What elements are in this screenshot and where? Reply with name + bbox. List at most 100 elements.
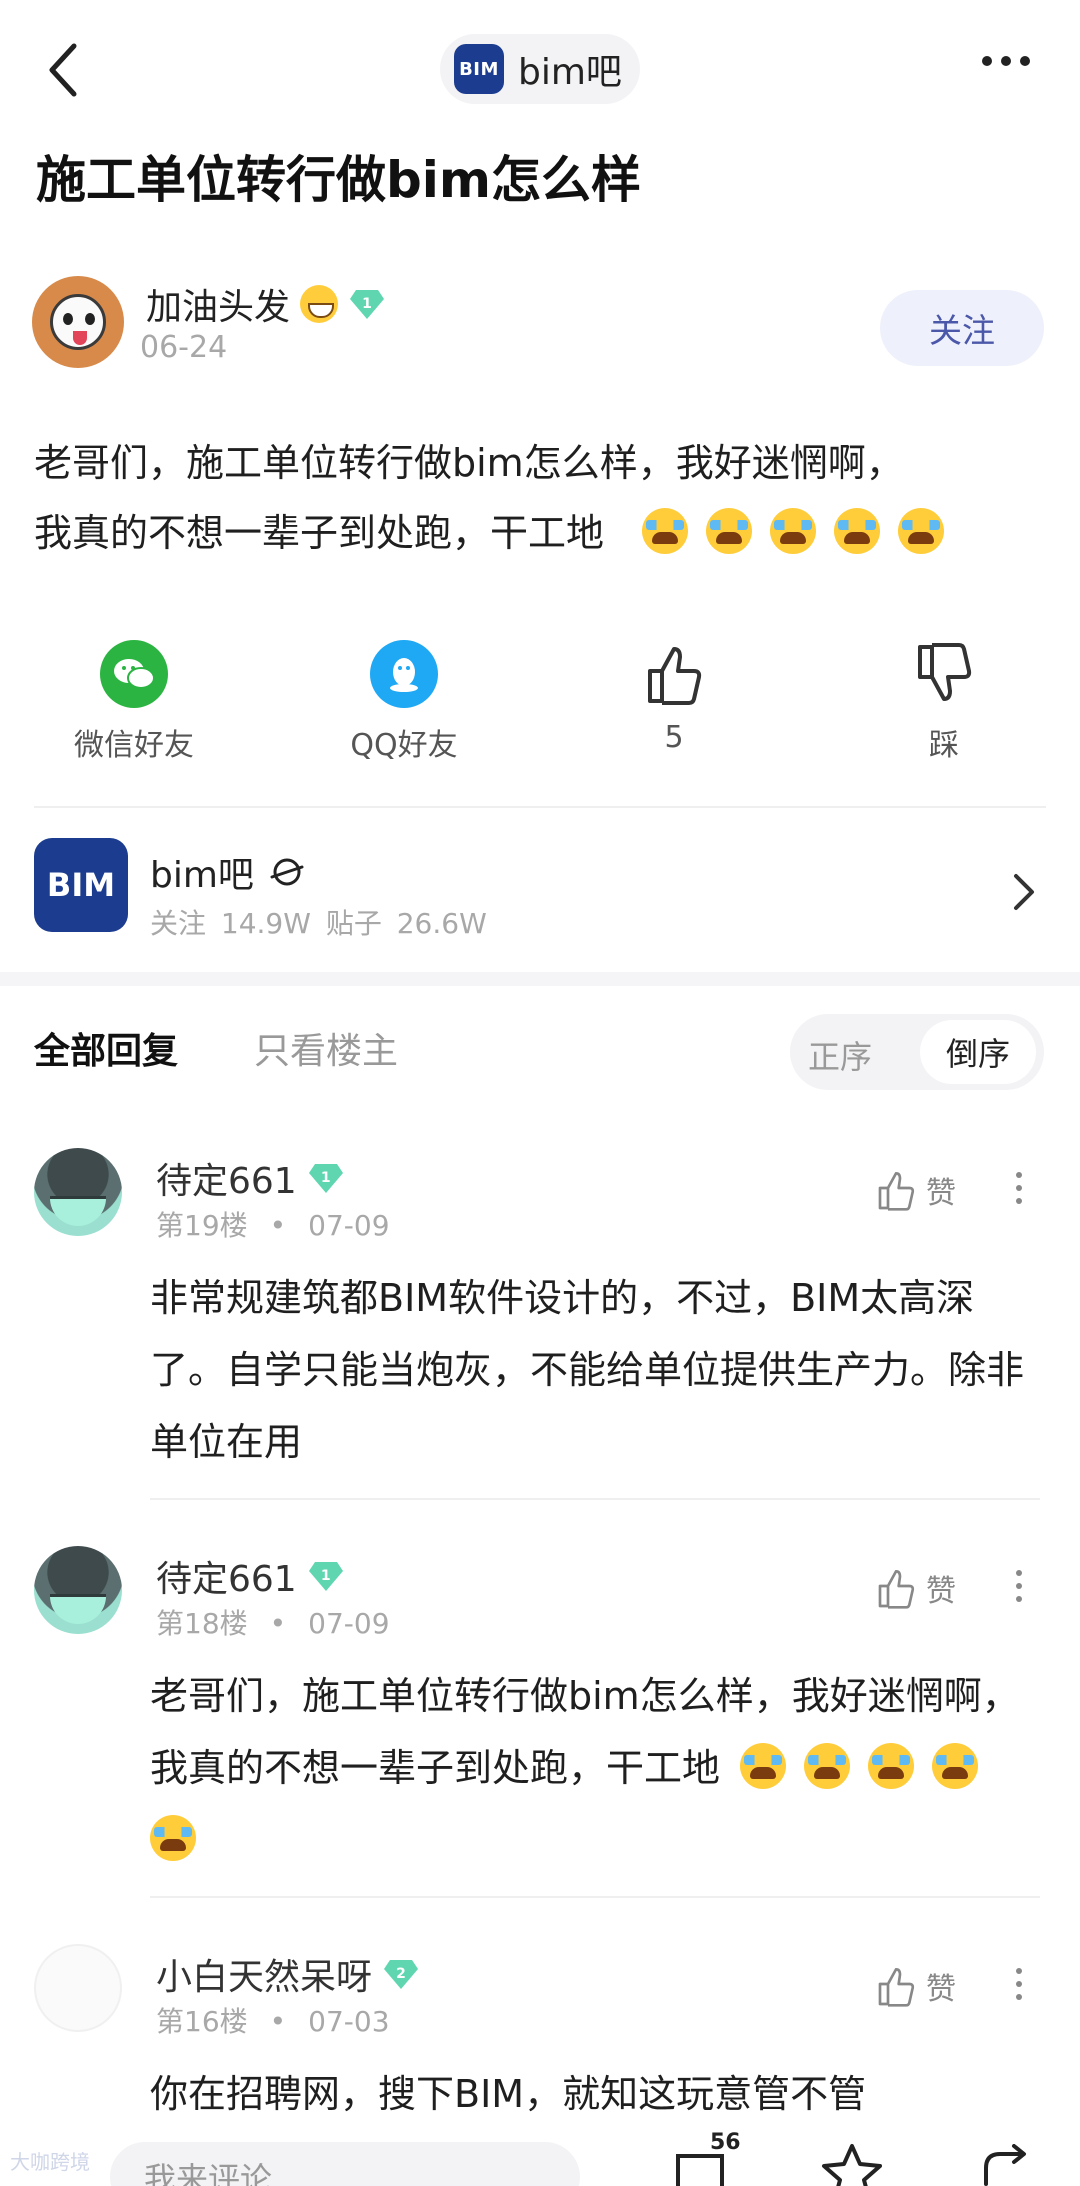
more-options-icon[interactable] — [982, 56, 1030, 66]
thumbs-up-icon — [640, 640, 708, 708]
forum-card-name: bim吧 — [150, 855, 254, 896]
reply-meta: 第16楼 • 07-03 — [156, 2005, 390, 2038]
chevron-left-icon — [49, 43, 77, 97]
reply-date: 07-09 — [308, 1607, 390, 1640]
reply-meta: 第19楼 • 07-09 — [156, 1209, 390, 1242]
tab-op-only[interactable]: 只看楼主 — [254, 1022, 398, 1074]
reply-item: 待定661 1 第19楼 • 07-09 赞 非常规建筑都BIM软件设计的，不过，B… — [0, 1148, 1080, 1500]
like-button[interactable]: 5 — [574, 640, 774, 755]
forum-name: bim吧 — [518, 52, 622, 93]
reply-like-label: 赞 — [926, 1574, 956, 1609]
reply-floor: 第16楼 — [156, 2005, 248, 2038]
reply-like-label: 赞 — [926, 1176, 956, 1211]
author-avatar[interactable] — [32, 276, 124, 368]
chevron-right-icon — [1014, 874, 1034, 910]
tab-all-replies[interactable]: 全部回复 — [34, 1022, 178, 1074]
grin-emoji-icon — [300, 285, 339, 323]
star-icon[interactable] — [820, 2142, 884, 2186]
author-name: 加油头发 — [146, 287, 291, 328]
comment-icon[interactable] — [672, 2150, 728, 2186]
sort-desc-button[interactable]: 倒序 — [920, 1020, 1036, 1084]
comment-input[interactable]: 我来评论 — [110, 2142, 580, 2186]
reply-item: 小白天然呆呀 2 第16楼 • 07-03 赞 你在招聘网，搜下BIM，就知这玩意管… — [0, 1944, 1080, 2124]
post-title: 施工单位转行做bim怎么样 — [36, 151, 642, 209]
dislike-button[interactable]: 踩 — [844, 640, 1044, 764]
share-wechat-label: 微信好友 — [74, 728, 194, 763]
dislike-label: 踩 — [929, 728, 959, 763]
divider — [150, 1498, 1040, 1500]
crying-emoji-icon — [642, 508, 689, 554]
watermark: 大咖跨境 — [10, 2150, 90, 2174]
share-qq-label: QQ好友 — [350, 728, 458, 763]
reply-author-name: 待定661 — [156, 1161, 297, 1202]
comment-count: 56 — [710, 2130, 741, 2155]
reply-like-button[interactable]: 赞 — [876, 1964, 956, 2008]
level-number: 2 — [396, 1966, 406, 1982]
reply-avatar[interactable] — [34, 1944, 122, 2032]
author-name-row[interactable]: 加油头发 1 — [146, 278, 386, 330]
qq-icon — [370, 640, 438, 708]
top-bar: BIM bim吧 — [0, 0, 1080, 140]
level-badge-icon: 1 — [307, 1160, 345, 1196]
sort-asc-button[interactable]: 正序 — [808, 1032, 872, 1078]
reply-date: 07-09 — [308, 1209, 390, 1242]
crying-emoji-icon — [740, 1743, 787, 1789]
thumbs-up-icon — [878, 1570, 915, 1609]
reply-floor: 第18楼 — [156, 1607, 248, 1640]
section-gap — [0, 972, 1080, 986]
reply-avatar[interactable] — [34, 1148, 122, 1236]
forum-card[interactable]: BIM bim吧 关注 14.9W 贴子 26.6W — [0, 812, 1080, 972]
planet-icon — [270, 858, 304, 886]
bottom-bar: 我来评论 — [0, 2120, 1080, 2186]
level-number: 1 — [362, 296, 372, 312]
divider — [34, 806, 1046, 808]
share-row: 微信好友 QQ好友 5 踩 — [0, 640, 1080, 780]
reply-text: 老哥们，施工单位转行做bim怎么样，我好迷惘啊，我真的不想一辈子到处跑，干工地 — [150, 1660, 1030, 1876]
forum-card-name-row: bim吧 — [150, 846, 306, 898]
like-count: 5 — [664, 720, 684, 755]
crying-emoji-icon — [834, 508, 881, 554]
post-body-line-2: 我真的不想一辈子到处跑，干工地 — [34, 498, 1044, 568]
crying-emoji-icon — [150, 1815, 196, 1861]
reply-author-row[interactable]: 待定661 1 — [156, 1550, 345, 1602]
share-icon[interactable] — [978, 2144, 1034, 2186]
back-button[interactable] — [40, 38, 90, 102]
reply-like-button[interactable]: 赞 — [876, 1566, 956, 1610]
post-body: 老哥们，施工单位转行做bim怎么样，我好迷惘啊， 我真的不想一辈子到处跑，干工地 — [34, 428, 1044, 568]
reply-author-name: 待定661 — [156, 1559, 297, 1600]
forum-logo-small: BIM — [454, 44, 504, 94]
reply-meta: 第18楼 • 07-09 — [156, 1607, 390, 1640]
post-body-line-1: 老哥们，施工单位转行做bim怎么样，我好迷惘啊， — [34, 441, 904, 485]
thumbs-down-icon — [910, 640, 978, 708]
crying-emoji-icon — [706, 508, 753, 554]
reply-like-button[interactable]: 赞 — [876, 1168, 956, 1212]
post-date: 06-24 — [140, 330, 228, 365]
divider — [150, 1896, 1040, 1898]
reply-author-row[interactable]: 小白天然呆呀 2 — [156, 1948, 420, 2000]
forum-stats: 关注 14.9W 贴子 26.6W — [150, 907, 487, 940]
crying-emoji-icon — [868, 1743, 915, 1789]
crying-emoji-icon — [932, 1743, 979, 1789]
reply-text: 非常规建筑都BIM软件设计的，不过，BIM太高深了。自学只能当炮灰，不能给单位提… — [150, 1276, 1025, 1464]
level-number: 1 — [320, 1568, 331, 1584]
share-wechat-button[interactable]: 微信好友 — [34, 640, 234, 764]
thumbs-up-icon — [878, 1968, 915, 2007]
reply-avatar[interactable] — [34, 1546, 122, 1634]
crying-emoji-icon — [898, 508, 945, 554]
reply-author-row[interactable]: 待定661 1 — [156, 1152, 345, 1204]
follow-button[interactable]: 关注 — [880, 290, 1044, 366]
reply-like-label: 赞 — [926, 1972, 956, 2007]
forum-pill[interactable]: BIM bim吧 — [440, 34, 640, 104]
thumbs-up-icon — [878, 1172, 915, 1211]
level-badge-icon: 2 — [382, 1956, 420, 1992]
reply-item: 待定661 1 第18楼 • 07-09 赞 老哥们，施工单位转行做bim怎么样，我… — [0, 1546, 1080, 1898]
level-number: 1 — [320, 1170, 331, 1186]
share-qq-button[interactable]: QQ好友 — [304, 640, 504, 764]
reply-menu-icon[interactable] — [1016, 1172, 1022, 1204]
reply-author-name: 小白天然呆呀 — [156, 1957, 373, 1998]
sort-toggle: 正序 倒序 — [790, 1014, 1044, 1090]
level-badge-icon: 1 — [348, 286, 386, 322]
reply-menu-icon[interactable] — [1016, 1968, 1022, 2000]
reply-menu-icon[interactable] — [1016, 1570, 1022, 1602]
reply-floor: 第19楼 — [156, 1209, 248, 1242]
